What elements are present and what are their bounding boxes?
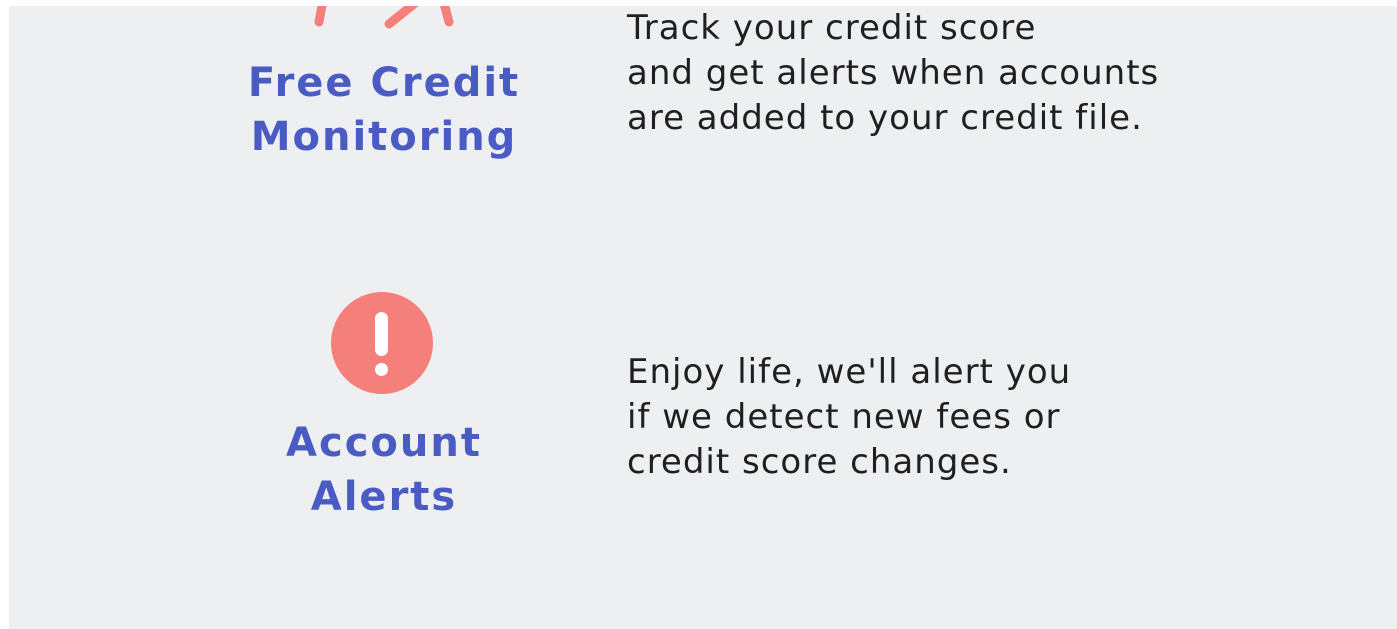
feature-title: Free Credit Monitoring	[199, 56, 569, 164]
features-panel: Free Credit Monitoring Track your credit…	[9, 6, 1397, 629]
feature-description: Enjoy life, we'll alert you if we detect…	[627, 350, 1071, 485]
feature-description-line: and get alerts when accounts	[627, 53, 1160, 93]
feature-title-line: Monitoring	[250, 114, 518, 160]
feature-title-line: Account	[286, 420, 482, 466]
exclamation-alert-icon	[331, 292, 433, 394]
feature-title: Account Alerts	[199, 416, 569, 524]
feature-description-line: Track your credit score	[627, 8, 1037, 48]
feature-description-line: are added to your credit file.	[627, 98, 1143, 138]
feature-title-line: Alerts	[310, 474, 458, 520]
feature-title-line: Free Credit	[247, 60, 521, 106]
feature-description-line: credit score changes.	[627, 442, 1012, 482]
feature-description-line: Enjoy life, we'll alert you	[627, 352, 1072, 392]
feature-description-line: if we detect new fees or	[627, 397, 1061, 437]
credit-score-gauge-icon	[314, 6, 454, 29]
exclamation-bar	[375, 312, 388, 356]
feature-description: Track your credit score and get alerts w…	[627, 6, 1159, 141]
exclamation-dot	[375, 363, 388, 376]
